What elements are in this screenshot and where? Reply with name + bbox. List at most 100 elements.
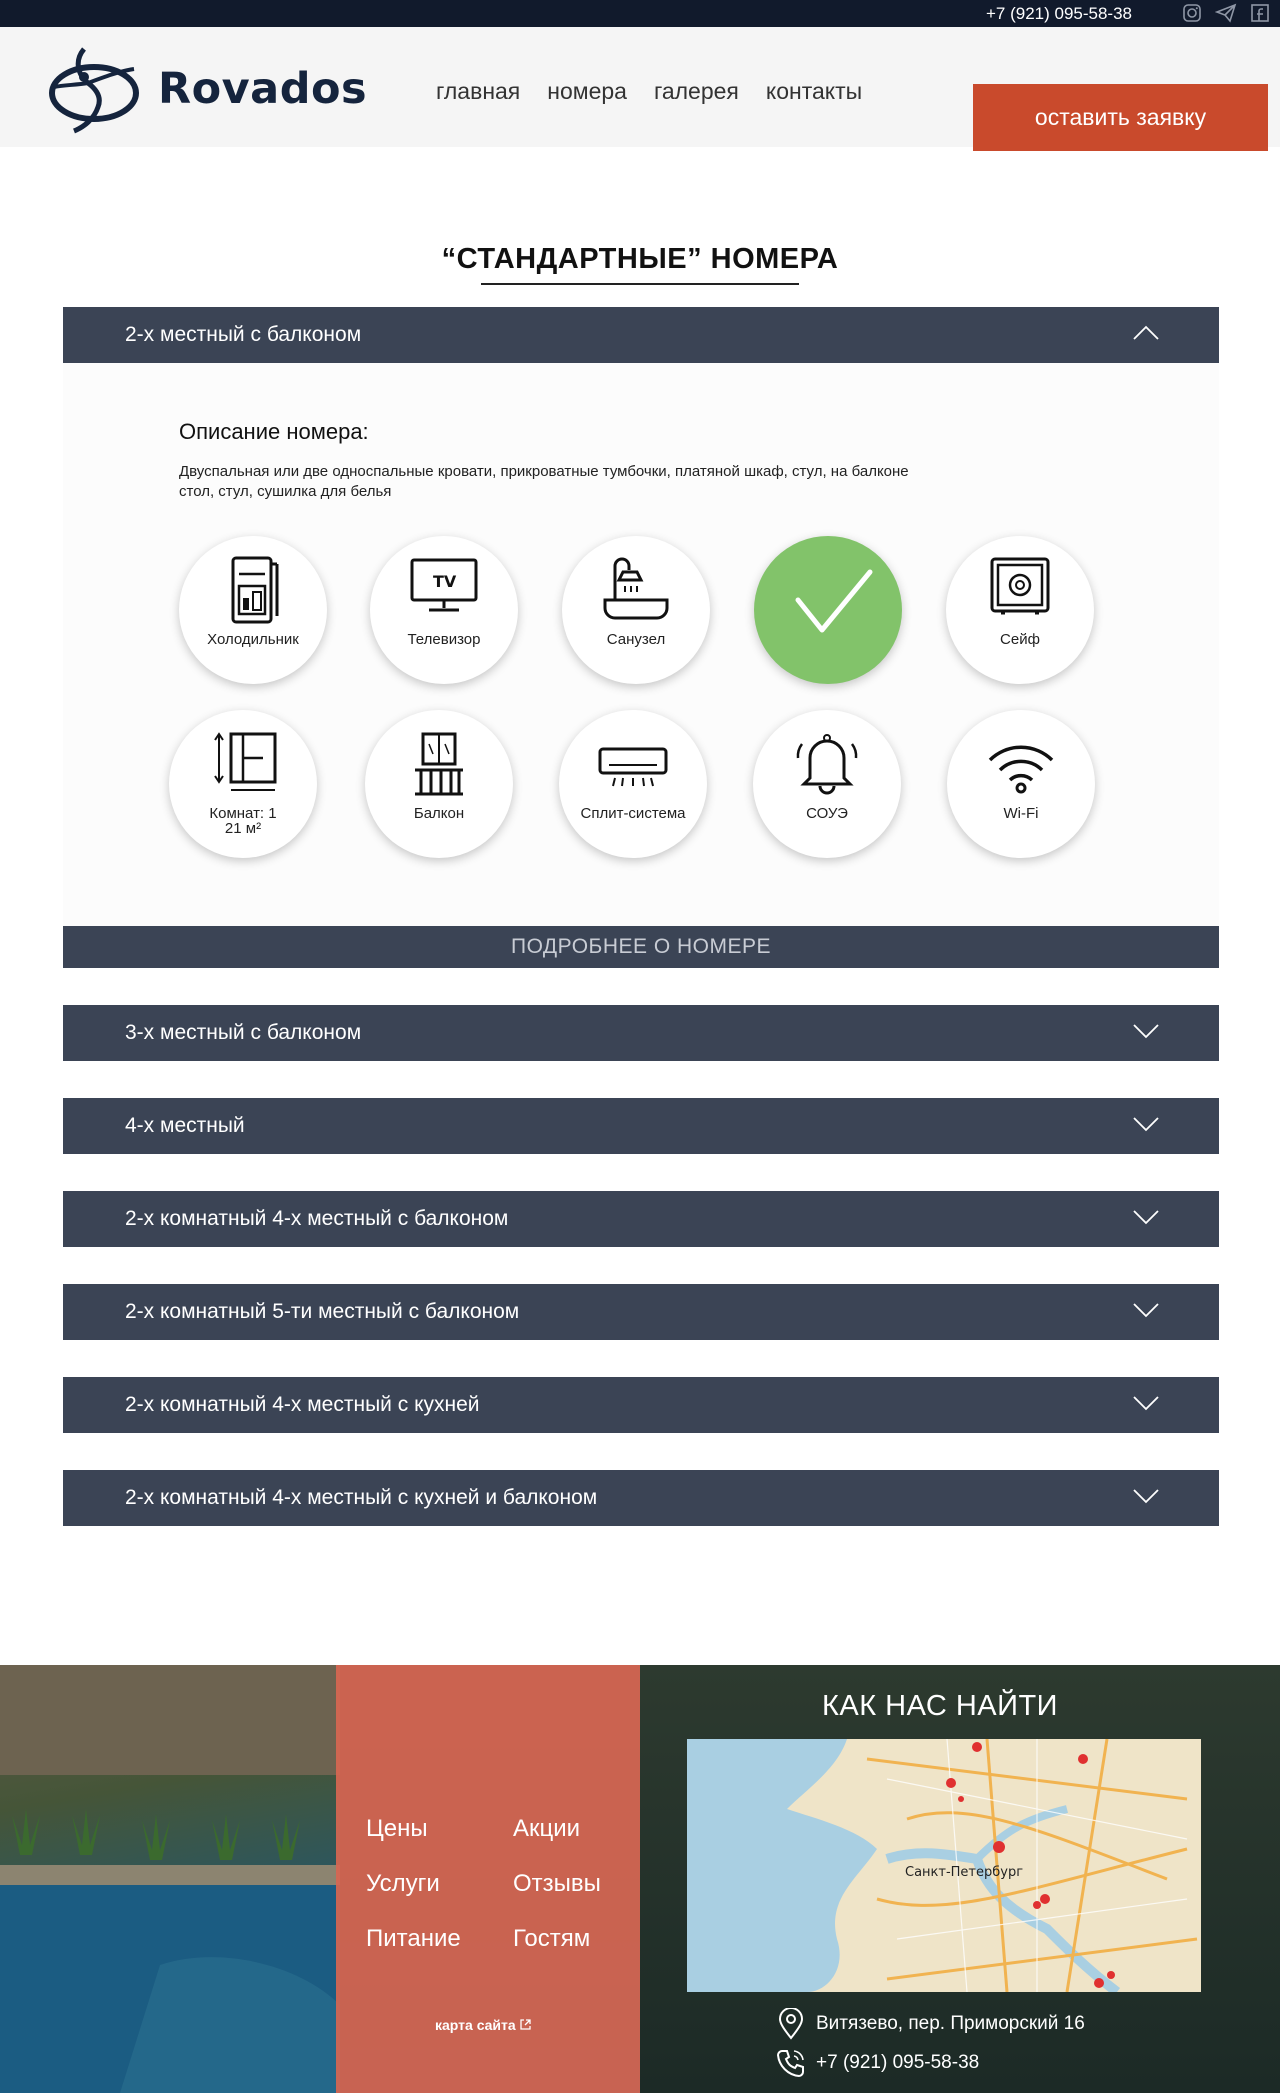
accordion-title: 3-х местный с балконом [125, 1021, 362, 1044]
location-pin-icon [778, 2008, 804, 2040]
nav-rooms[interactable]: номера [547, 78, 627, 105]
feature-fridge: Холодильник [179, 536, 327, 684]
chevron-down-icon [1133, 1117, 1159, 1132]
description-text: Двуспальная или две односпальные кровати… [179, 463, 909, 500]
accordion-header[interactable]: 3-х местный с балконом [63, 1005, 1219, 1061]
description-title: Описание номера: [179, 419, 369, 444]
feature-label: Санузел [606, 631, 666, 648]
room-accordion: 3-х местный с балконом [63, 1005, 1219, 1061]
top-phone[interactable]: +7 (921) 095-58-38 [986, 4, 1132, 24]
feature-label: Телевизор [407, 631, 481, 648]
footer-link-reviews[interactable]: Отзывы [513, 1870, 633, 1898]
find-us-title: КАК НАС НАЙТИ [822, 1690, 1059, 1722]
accordion-header[interactable]: 2-х комнатный 4-х местный с кухней и бал… [63, 1470, 1219, 1526]
title-underline [481, 283, 799, 285]
footer-phone[interactable]: +7 (921) 095-58-38 [776, 2048, 979, 2078]
feature-label: СОУЭ [806, 805, 848, 822]
feature-wifi: Wi-Fi [947, 710, 1095, 858]
main-nav: главная номера галерея контакты [436, 78, 862, 105]
address-text: Витязево, пер. Приморский 16 [816, 2013, 1085, 2034]
map-city-label: Санкт-Петербург [905, 1865, 1023, 1880]
footer-link-promos[interactable]: Акции [513, 1815, 633, 1843]
pool-photo [0, 1665, 340, 2093]
nav-home[interactable]: главная [436, 78, 520, 105]
room-details-button[interactable]: ПОДРОБНЕЕ О НОМЕРЕ [63, 926, 1219, 968]
room-accordion: 2-х комнатный 5-ти местный с балконом [63, 1284, 1219, 1340]
balcony-icon [415, 732, 463, 796]
instagram-icon[interactable] [1180, 2, 1204, 24]
chevron-up-icon [1133, 325, 1159, 340]
accordion-header[interactable]: 4-х местный [63, 1098, 1219, 1154]
feature-selected[interactable] [754, 536, 902, 684]
room-accordion-open: 2-х местный с балконом Описание номера: … [63, 307, 1219, 968]
room-accordion: 2-х комнатный 4-х местный с кухней и бал… [63, 1470, 1219, 1526]
accordion-title: 2-х комнатный 5-ти местный с балконом [125, 1300, 520, 1323]
accordion-header[interactable]: 2-х местный с балконом [63, 307, 1219, 363]
accordion-header[interactable]: 2-х комнатный 5-ти местный с балконом [63, 1284, 1219, 1340]
feature-label: Комнат: 1 21 м² [169, 806, 317, 836]
feature-label: Wi-Fi [1003, 805, 1039, 822]
feature-label: Холодильник [207, 631, 299, 648]
footer-link-food[interactable]: Питание [366, 1925, 513, 1953]
accordion-title: 2-х комнатный 4-х местный с балконом [125, 1207, 509, 1230]
social-links [1180, 2, 1272, 24]
accordion-title: 2-х местный с балконом [125, 323, 362, 346]
accordion-title: 2-х комнатный 4-х местный с кухней [125, 1393, 480, 1416]
top-bar: +7 (921) 095-58-38 [0, 0, 1280, 27]
room-area: 21 м² [224, 820, 262, 837]
shower-icon [603, 557, 669, 620]
feature-rooms: Комнат: 1 21 м² [169, 710, 317, 858]
chevron-down-icon [1133, 1303, 1159, 1318]
checkmark-icon [795, 569, 873, 633]
sitemap-label: карта сайта [435, 2017, 516, 2033]
feature-bathroom: Санузел [562, 536, 710, 684]
floor-plan-icon [214, 732, 277, 791]
room-accordion: 4-х местный [63, 1098, 1219, 1154]
header: Rovados главная номера галерея контакты … [0, 27, 1280, 151]
chevron-down-icon [1133, 1489, 1159, 1504]
safe-icon [990, 557, 1050, 615]
accordion-body: Описание номера: Двуспальная или две одн… [63, 363, 1219, 926]
footer-phone-text: +7 (921) 095-58-38 [816, 2052, 980, 2073]
feature-aircon: Сплит-система [559, 710, 707, 858]
room-accordion: 2-х комнатный 4-х местный с кухней [63, 1377, 1219, 1433]
map[interactable]: Санкт-Петербург [687, 1739, 1201, 1992]
footer-link-services[interactable]: Услуги [366, 1870, 513, 1898]
footer: Цены Акции Услуги Отзывы Питание Гостям … [0, 1665, 1280, 2093]
feature-safe: Сейф [946, 536, 1094, 684]
footer-menu: Цены Акции Услуги Отзывы Питание Гостям … [336, 1665, 640, 2093]
logo[interactable]: Rovados [44, 41, 367, 137]
feature-balcony: Балкон [365, 710, 513, 858]
feature-tv: TV Телевизор [370, 536, 518, 684]
telegram-icon[interactable] [1214, 2, 1238, 24]
nav-gallery[interactable]: галерея [654, 78, 739, 105]
accordion-title: 4-х местный [125, 1114, 245, 1137]
bell-icon [796, 734, 858, 795]
facebook-icon[interactable] [1248, 2, 1272, 24]
logo-dancer-icon [49, 47, 139, 134]
air-conditioner-icon [598, 747, 668, 787]
svg-text:TV: TV [433, 572, 457, 591]
chevron-down-icon [1133, 1396, 1159, 1411]
phone-icon [776, 2050, 804, 2078]
footer-link-guests[interactable]: Гостям [513, 1925, 633, 1953]
feature-label: Сейф [1000, 631, 1040, 648]
footer-link-prices[interactable]: Цены [366, 1815, 513, 1843]
sitemap-link[interactable]: карта сайта [435, 2017, 531, 2033]
accordion-header[interactable]: 2-х комнатный 4-х местный с балконом [63, 1191, 1219, 1247]
tv-icon: TV [410, 558, 478, 612]
chevron-down-icon [1133, 1024, 1159, 1039]
external-link-icon [519, 2019, 531, 2030]
accordion-header[interactable]: 2-х комнатный 4-х местный с кухней [63, 1377, 1219, 1433]
section-title: “СТАНДАРТНЫЕ” НОМЕРА [441, 243, 839, 275]
fridge-icon [231, 556, 279, 624]
brand-name: Rovados [158, 64, 368, 114]
chevron-down-icon [1133, 1210, 1159, 1225]
room-accordion: 2-х комнатный 4-х местный с балконом [63, 1191, 1219, 1247]
feature-label: Сплит-система [580, 805, 686, 822]
nav-contacts[interactable]: контакты [766, 78, 862, 105]
request-button[interactable]: оставить заявку [973, 84, 1268, 151]
address: Витязево, пер. Приморский 16 [776, 2008, 1085, 2040]
wifi-icon [988, 745, 1054, 794]
feature-label: Балкон [413, 805, 465, 822]
